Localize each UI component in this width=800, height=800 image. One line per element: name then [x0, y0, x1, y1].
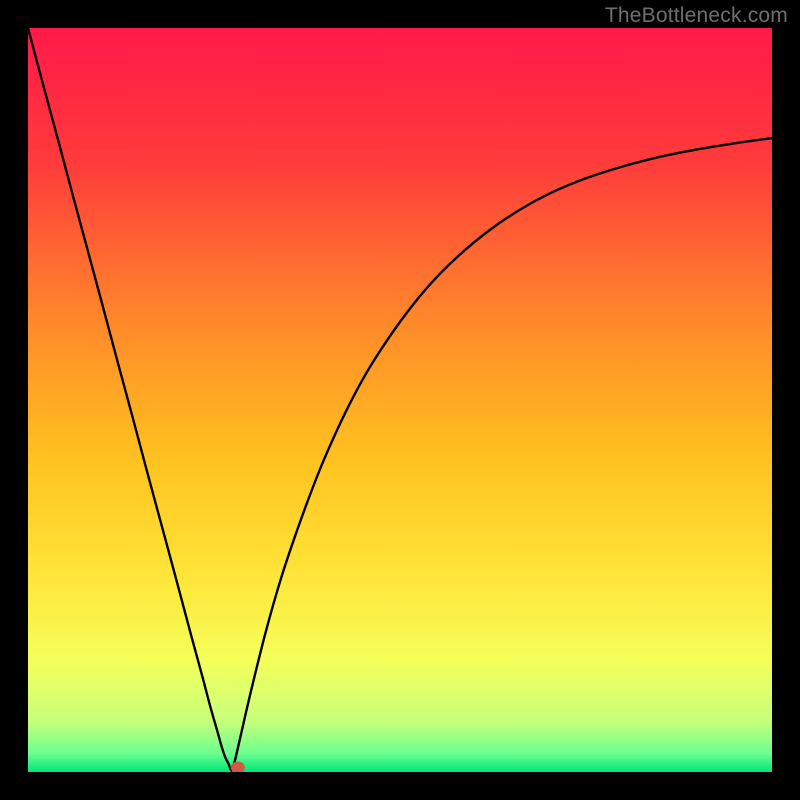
watermark-label: TheBottleneck.com — [605, 4, 788, 28]
chart-frame — [28, 28, 772, 772]
bottleneck-chart — [28, 28, 772, 772]
chart-background — [28, 28, 772, 772]
